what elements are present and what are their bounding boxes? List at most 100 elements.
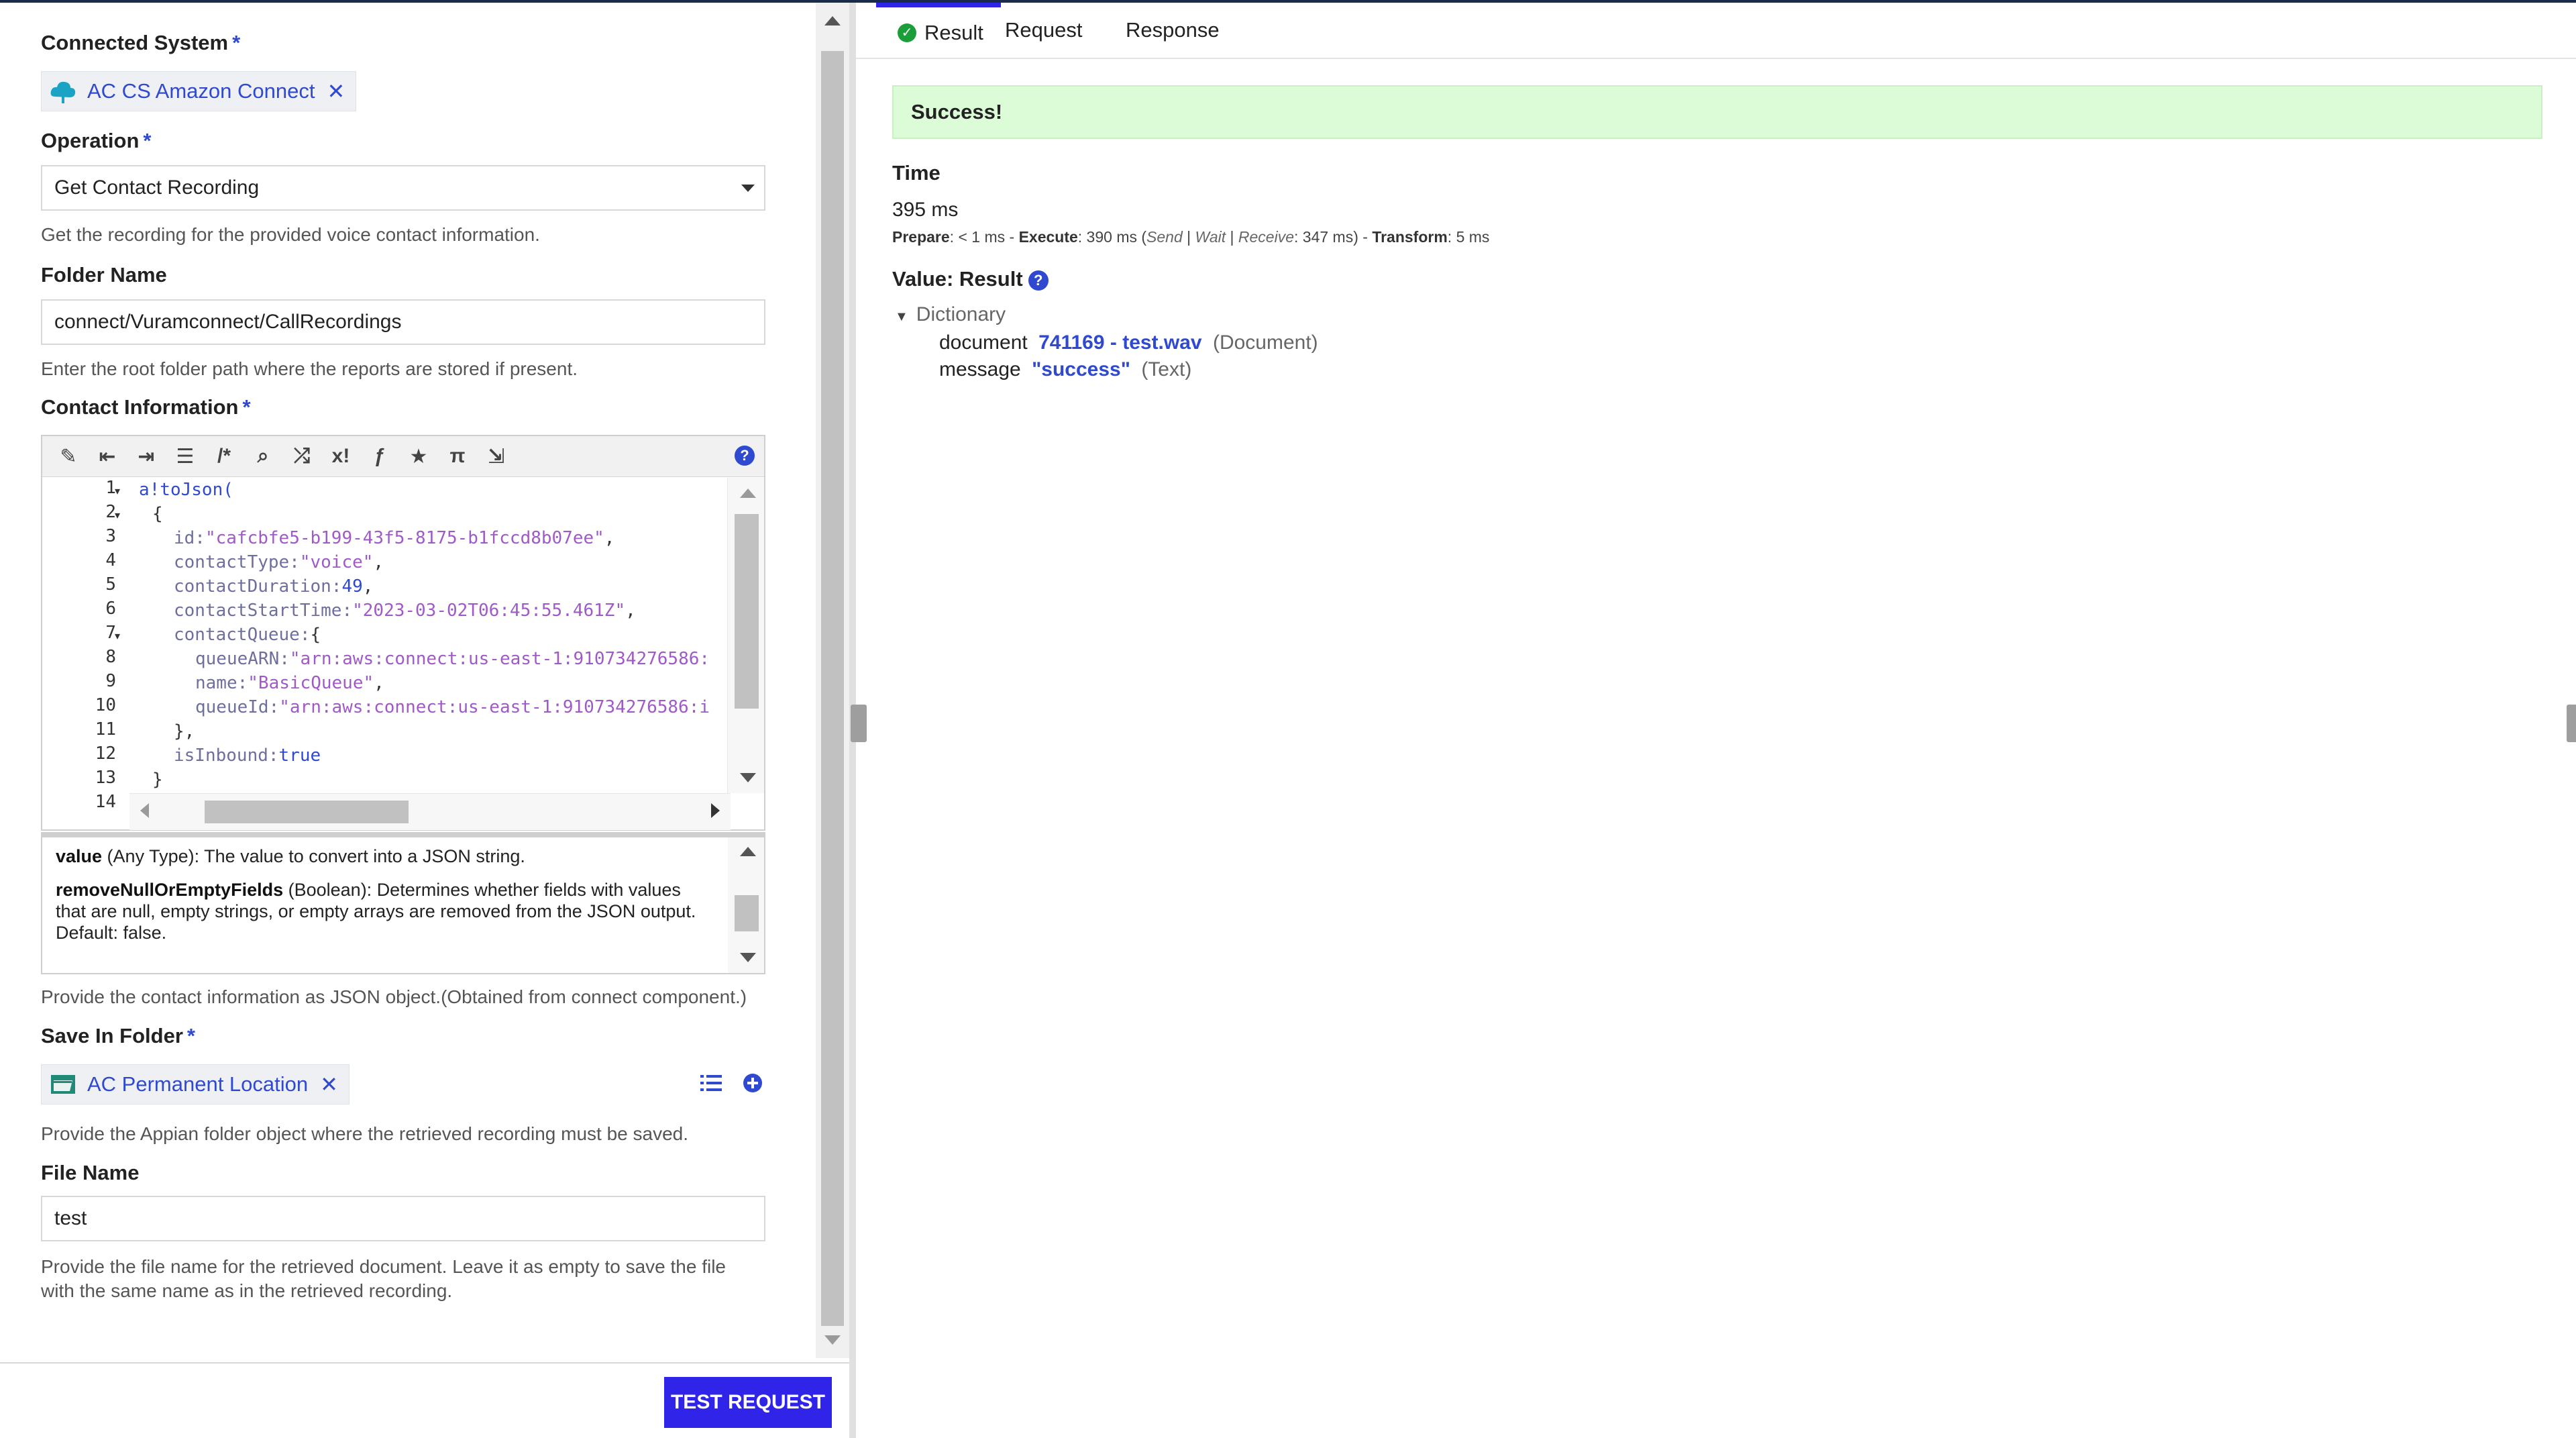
code-line: name:"BasicQueue", — [195, 673, 384, 693]
editor-toolbar: ✎ ⇤ ⇥ ☰ /* ⌕ ⤮ x! ƒ ★ π ⇲ ? — [42, 436, 764, 477]
line-number: 10 — [95, 695, 116, 715]
help-icon[interactable]: ? — [1028, 270, 1049, 291]
indent-icon[interactable]: ⇥ — [127, 437, 166, 476]
wand-icon[interactable]: ✎ — [49, 437, 88, 476]
comment-icon[interactable]: /* — [205, 437, 244, 476]
browse-list-icon[interactable] — [698, 1070, 724, 1096]
export-icon[interactable]: ⇲ — [477, 437, 516, 476]
editor-vertical-scrollbar[interactable] — [727, 478, 764, 793]
code-line: isInbound:true — [174, 746, 321, 766]
scroll-thumb[interactable] — [735, 895, 759, 931]
folder-icon — [48, 1070, 78, 1099]
help-icon[interactable]: ? — [735, 446, 755, 466]
scroll-down-icon[interactable] — [740, 773, 756, 782]
form-scrollbar[interactable] — [816, 3, 849, 1358]
folder-name-label: Folder Name — [41, 263, 167, 287]
code-line: a!toJson( — [139, 480, 233, 500]
list-icon[interactable]: ☰ — [166, 437, 205, 476]
function-documentation-panel: value (Any Type): The value to convert i… — [41, 832, 765, 974]
fold-toggle-icon[interactable]: ▾ — [115, 629, 120, 643]
scroll-up-icon[interactable] — [740, 489, 756, 498]
star-icon[interactable]: ★ — [399, 437, 438, 476]
amazon-connect-cloud-icon — [48, 76, 78, 106]
document-link[interactable]: 741169 - test.wav — [1038, 331, 1202, 354]
connected-system-value: AC CS Amazon Connect — [87, 79, 315, 103]
time-value: 395 ms — [892, 199, 959, 221]
integration-form-panel: Connected System * AC CS Amazon Connect ✕… — [0, 3, 816, 1358]
time-label: Time — [892, 161, 941, 185]
add-circle-icon[interactable] — [739, 1070, 766, 1096]
tree-item-document: document 741169 - test.wav (Document) — [939, 331, 1318, 354]
tree-root[interactable]: ▼ Dictionary — [895, 303, 1006, 326]
code-line: contactDuration:49, — [174, 576, 374, 597]
scroll-right-icon[interactable] — [711, 803, 720, 818]
code-line: contactType:"voice", — [174, 552, 384, 572]
code-line: queueId:"arn:aws:connect:us-east-1:91073… — [195, 697, 710, 717]
scroll-left-icon[interactable] — [140, 803, 149, 818]
remove-connected-system-icon[interactable]: ✕ — [327, 79, 345, 104]
operation-selected-value: Get Contact Recording — [54, 176, 260, 199]
code-line: }, — [174, 721, 195, 741]
success-banner: Success! — [892, 85, 2542, 139]
line-number: 13 — [95, 768, 116, 788]
file-name-help: Provide the file name for the retrieved … — [41, 1256, 726, 1301]
scroll-up-icon[interactable] — [740, 847, 756, 856]
scroll-thumb[interactable] — [735, 514, 759, 709]
timing-breakdown: Prepare: < 1 ms - Execute: 390 ms (Send … — [892, 228, 1490, 246]
tab-request[interactable]: Request — [1005, 3, 1082, 58]
scroll-thumb[interactable] — [205, 801, 409, 823]
code-line: { — [152, 504, 163, 524]
expand-handle-icon[interactable] — [2567, 705, 2576, 742]
scroll-thumb[interactable] — [821, 51, 844, 1326]
outdent-icon[interactable]: ⇤ — [88, 437, 127, 476]
collapse-caret-icon[interactable]: ▼ — [895, 309, 908, 324]
save-in-folder-tag[interactable]: AC Permanent Location ✕ — [41, 1064, 350, 1105]
line-number: 8 — [105, 647, 116, 667]
doc-scrollbar[interactable] — [728, 837, 764, 973]
function-icon[interactable]: ƒ — [360, 437, 399, 476]
pi-icon[interactable]: π — [438, 437, 477, 476]
save-in-folder-help: Provide the Appian folder object where t… — [41, 1123, 689, 1144]
line-number: 9 — [105, 671, 116, 691]
code-line: contactStartTime:"2023-03-02T06:45:55.46… — [174, 601, 636, 621]
line-number: 4 — [105, 550, 116, 570]
operation-label: Operation * — [41, 129, 152, 152]
operation-help: Get the recording for the provided voice… — [41, 224, 540, 245]
test-request-button[interactable]: TEST REQUEST — [664, 1377, 832, 1428]
scroll-down-icon[interactable] — [740, 953, 756, 962]
variable-icon[interactable]: x! — [321, 437, 360, 476]
editor-horizontal-scrollbar[interactable] — [129, 793, 731, 830]
value-result-label: Value: Result? — [892, 267, 1049, 291]
function-doc-text: value (Any Type): The value to convert i… — [56, 846, 696, 943]
scroll-up-icon[interactable] — [824, 16, 841, 25]
contact-information-help: Provide the contact information as JSON … — [41, 986, 747, 1007]
code-line: id:"cafcbfe5-b199-43f5-8175-b1fccd8b07ee… — [174, 528, 615, 548]
connected-system-tag[interactable]: AC CS Amazon Connect ✕ — [41, 71, 357, 111]
folder-name-help: Enter the root folder path where the rep… — [41, 358, 578, 379]
search-icon[interactable]: ⌕ — [244, 437, 282, 476]
success-check-icon: ✓ — [898, 23, 916, 42]
expression-editor[interactable]: ✎ ⇤ ⇥ ☰ /* ⌕ ⤮ x! ƒ ★ π ⇲ ? 1 2 3 4 5 6 … — [41, 435, 765, 831]
message-value: "success" — [1032, 358, 1130, 380]
folder-name-input[interactable]: connect/Vuramconnect/CallRecordings — [41, 299, 765, 345]
fold-toggle-icon[interactable]: ▾ — [115, 484, 120, 498]
fold-toggle-icon[interactable]: ▾ — [115, 509, 120, 522]
collapse-handle-icon[interactable] — [851, 705, 867, 742]
operation-dropdown[interactable]: Get Contact Recording — [41, 165, 765, 211]
scroll-down-icon[interactable] — [824, 1335, 841, 1345]
save-in-folder-label: Save In Folder * — [41, 1024, 195, 1047]
remove-folder-icon[interactable]: ✕ — [320, 1072, 338, 1097]
tab-response[interactable]: Response — [1126, 3, 1220, 58]
line-number: 3 — [105, 526, 116, 546]
shuffle-icon[interactable]: ⤮ — [282, 437, 321, 476]
line-number: 5 — [105, 574, 116, 595]
file-name-input[interactable]: test — [41, 1196, 765, 1241]
contact-information-label: Contact Information * — [41, 395, 251, 419]
file-name-label: File Name — [41, 1161, 140, 1184]
code-line: contactQueue:{ — [174, 625, 321, 645]
code-line: queueARN:"arn:aws:connect:us-east-1:9107… — [195, 649, 710, 669]
line-number: 11 — [95, 719, 116, 739]
line-number: 6 — [105, 599, 116, 619]
tab-result[interactable]: ✓ Result — [876, 3, 1001, 58]
code-area[interactable]: a!toJson( { id:"cafcbfe5-b199-43f5-8175-… — [129, 478, 720, 793]
